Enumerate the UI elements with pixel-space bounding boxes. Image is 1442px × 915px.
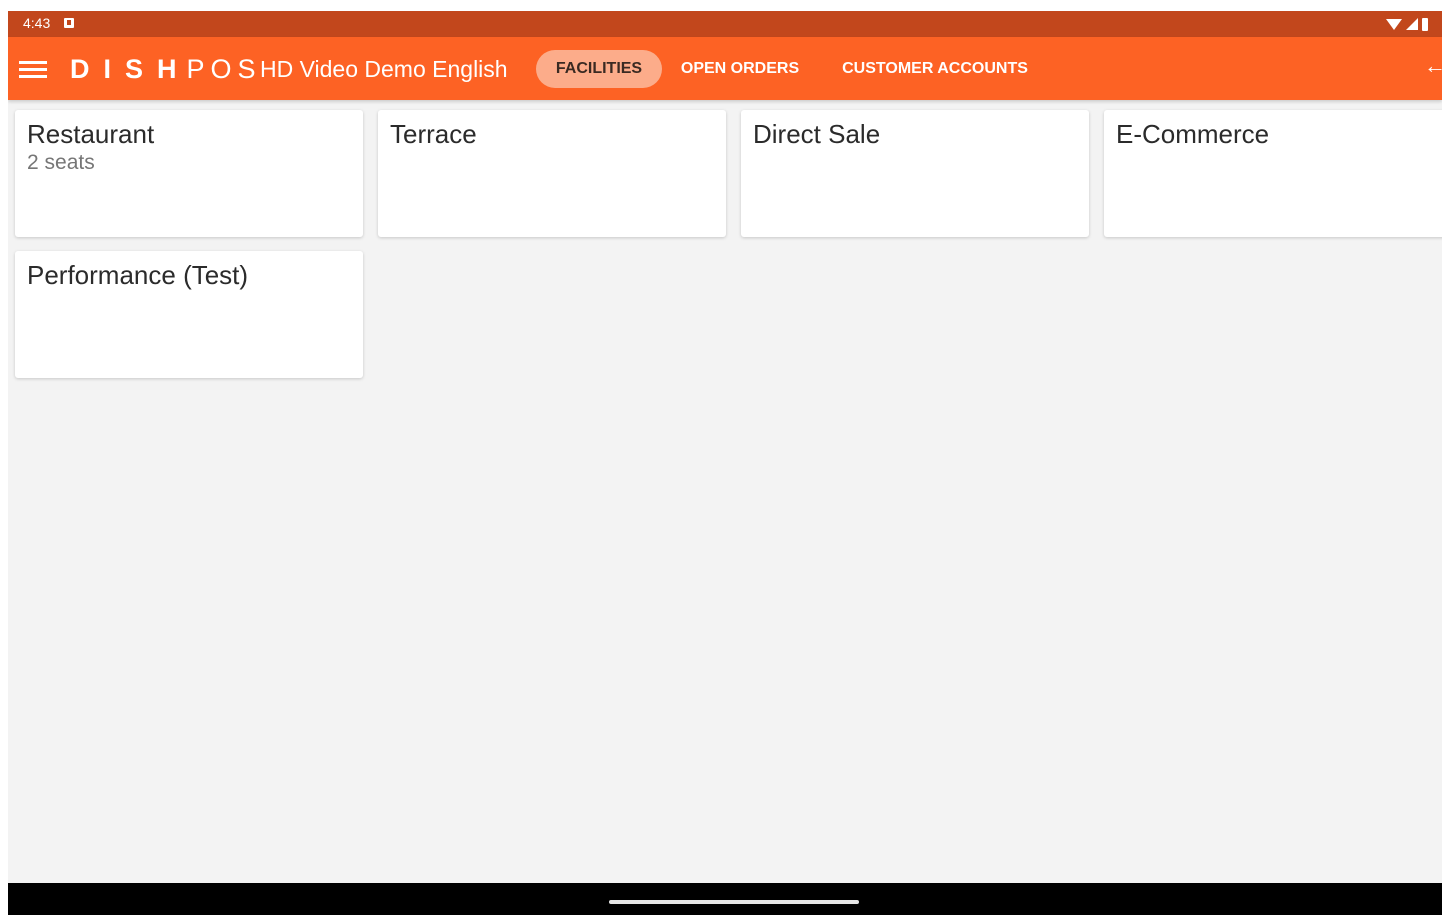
menu-icon[interactable] — [19, 59, 47, 79]
logo-pos-text: POS — [186, 54, 262, 84]
dishpos-logo: DISHPOS — [70, 53, 262, 85]
facility-card-terrace[interactable]: Terrace — [378, 110, 726, 237]
home-indicator[interactable] — [609, 900, 859, 904]
facility-card-restaurant[interactable]: Restaurant 2 seats — [15, 110, 363, 237]
battery-icon — [1422, 17, 1428, 31]
facility-name: Terrace — [390, 119, 477, 149]
facility-card-performance-test[interactable]: Performance (Test) — [15, 251, 363, 378]
wifi-icon — [1386, 18, 1402, 30]
facility-name: Direct Sale — [753, 119, 881, 149]
facility-name: Restaurant — [27, 119, 155, 149]
signal-icon — [1406, 18, 1418, 30]
facility-seats: 2 seats — [27, 151, 95, 174]
navigation-bar — [8, 883, 1442, 915]
facility-card-direct-sale[interactable]: Direct Sale — [741, 110, 1089, 237]
logo-dish-text: DISH — [70, 54, 191, 84]
tab-customer-accounts[interactable]: CUSTOMER ACCOUNTS — [828, 50, 1042, 88]
device-screen: 4:43 DISHPOS HD Video Demo English FACIL… — [8, 11, 1442, 915]
status-time: 4:43 — [23, 15, 51, 31]
tab-open-orders[interactable]: OPEN ORDERS — [672, 50, 808, 88]
app-bar: DISHPOS HD Video Demo English FACILITIES… — [8, 37, 1442, 100]
status-icons — [1386, 16, 1428, 32]
tab-facilities[interactable]: FACILITIES — [536, 50, 662, 88]
back-arrow-icon[interactable]: ← — [1424, 55, 1442, 77]
facility-card-e-commerce[interactable]: E-Commerce — [1104, 110, 1442, 237]
facility-name: Performance (Test) — [27, 260, 249, 290]
notification-icon — [64, 18, 74, 28]
status-bar: 4:43 — [8, 11, 1442, 37]
facility-name: E-Commerce — [1116, 119, 1270, 149]
venue-name: HD Video Demo English — [260, 56, 508, 82]
